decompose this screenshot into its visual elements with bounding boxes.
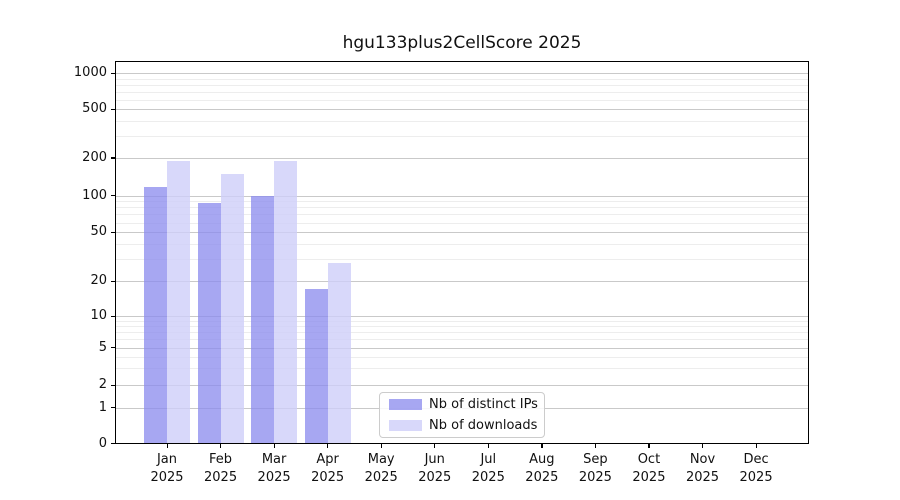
y-tick-mark <box>111 280 115 282</box>
y-tick-label: 20 <box>90 273 107 288</box>
x-tick-label: Jun 2025 <box>418 452 452 485</box>
download-stats-chart: hgu133plus2CellScore 2025 0 1 2 5 10 20 50 100 2… <box>0 0 900 500</box>
x-tick-mark <box>380 444 382 448</box>
y-tick-label: 1000 <box>73 65 107 81</box>
x-tick-mark <box>434 444 436 448</box>
y-tick-label: 200 <box>82 149 107 165</box>
legend-item: Nb of distinct IPs <box>389 396 544 414</box>
x-tick-label: May 2025 <box>364 452 398 485</box>
bar <box>304 289 328 444</box>
y-gridline-major <box>115 157 809 159</box>
y-tick-mark <box>111 443 115 445</box>
chart-title: hgu133plus2CellScore 2025 <box>342 33 582 53</box>
y-gridline-major <box>115 109 809 111</box>
y-gridline-minor <box>115 84 809 86</box>
bar <box>144 186 167 444</box>
y-tick-label: 5 <box>98 339 107 355</box>
x-tick-mark <box>702 444 704 448</box>
y-tick-mark <box>111 384 115 386</box>
x-tick-label: Nov 2025 <box>685 452 720 485</box>
y-tick-label: 50 <box>90 224 107 240</box>
x-tick-mark <box>273 444 275 448</box>
y-tick-label: 1 <box>98 399 107 415</box>
x-tick-mark <box>594 444 597 448</box>
bar <box>197 202 221 444</box>
x-tick-label: Feb 2025 <box>204 452 238 485</box>
legend-swatch <box>389 420 422 431</box>
x-tick-label: Oct 2025 <box>632 452 666 485</box>
x-tick-mark <box>487 444 489 448</box>
x-tick-mark <box>166 444 168 448</box>
legend-label: Nb of downloads <box>429 418 538 433</box>
legend-item: Nb of downloads <box>389 417 544 435</box>
y-gridline-minor <box>115 121 809 123</box>
y-gridline-minor <box>115 99 809 101</box>
y-tick-label: 100 <box>82 187 107 203</box>
y-gridline-minor <box>115 91 809 93</box>
bar <box>251 195 275 444</box>
x-tick-label: Jan 2025 <box>150 452 184 485</box>
x-tick-mark <box>220 444 222 448</box>
x-tick-mark <box>755 444 757 448</box>
legend-label: Nb of distinct IPs <box>429 397 538 412</box>
y-tick-mark <box>111 195 115 197</box>
x-tick-mark <box>648 444 650 448</box>
x-tick-label: Mar 2025 <box>257 452 291 485</box>
y-tick-label: 2 <box>98 377 107 392</box>
y-tick-mark <box>111 157 115 159</box>
y-gridline-major <box>115 73 809 75</box>
legend: Nb of distinct IPs Nb of downloads <box>379 392 545 438</box>
y-tick-label: 0 <box>98 435 107 451</box>
x-tick-label: Sep 2025 <box>578 452 612 485</box>
y-tick-mark <box>111 347 115 349</box>
bar <box>274 160 298 444</box>
x-tick-label: Aug 2025 <box>525 452 559 485</box>
y-gridline-minor <box>115 78 809 80</box>
y-gridline-minor <box>115 136 809 138</box>
bar <box>220 173 244 444</box>
legend-swatch <box>389 399 422 410</box>
y-tick-mark <box>111 315 115 317</box>
y-gridline-major <box>115 195 809 197</box>
x-tick-label: Jul 2025 <box>471 452 505 485</box>
y-tick-mark <box>111 231 115 233</box>
x-tick-label: Dec 2025 <box>739 452 773 485</box>
y-tick-mark <box>111 72 115 74</box>
y-tick-mark <box>111 407 115 409</box>
y-tick-label: 10 <box>90 308 107 324</box>
x-tick-mark <box>541 444 543 448</box>
x-tick-label: Apr 2025 <box>311 452 345 485</box>
bar <box>167 160 190 444</box>
x-tick-mark <box>327 444 329 448</box>
bar <box>327 263 351 444</box>
y-tick-label: 500 <box>82 101 107 117</box>
y-tick-mark <box>111 108 115 110</box>
